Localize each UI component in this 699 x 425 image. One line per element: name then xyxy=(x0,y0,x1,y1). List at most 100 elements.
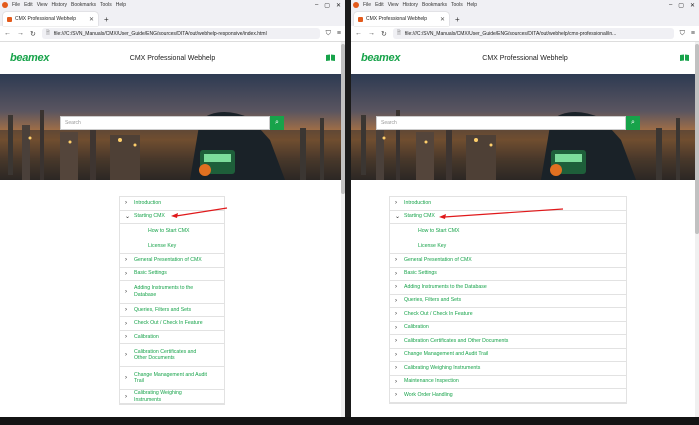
pocket-icon[interactable]: ⛉ xyxy=(326,30,331,38)
menu-view[interactable]: View xyxy=(37,2,48,8)
toc-item-label[interactable]: Basic Settings xyxy=(404,270,437,277)
chevron-right-icon[interactable]: › xyxy=(395,379,404,385)
menu-file[interactable]: File xyxy=(12,2,20,8)
search-button[interactable]: ⌕ xyxy=(626,116,640,130)
menu-file[interactable]: File xyxy=(363,2,371,8)
toc-item[interactable]: › Change Management and Audit Trail xyxy=(390,349,626,362)
toc-item[interactable]: › Calibrating Weighing Instruments xyxy=(120,390,224,404)
maximize-button[interactable]: ▢ xyxy=(678,2,684,9)
minimize-button[interactable]: – xyxy=(669,2,672,9)
toc-item[interactable]: › Adding Instruments to the Database xyxy=(120,281,224,304)
chevron-right-icon[interactable]: › xyxy=(395,392,404,398)
chevron-right-icon[interactable]: › xyxy=(395,284,404,290)
menu-edit[interactable]: Edit xyxy=(375,2,384,8)
chevron-down-icon[interactable]: ⌄ xyxy=(125,213,134,220)
tab-cmx-webhelp[interactable]: CMX Professional Webhelp ✕ xyxy=(3,12,98,26)
chevron-right-icon[interactable]: › xyxy=(125,200,134,206)
toc-item[interactable]: › General Presentation of CMX xyxy=(120,254,224,268)
toc-item[interactable]: › Introduction xyxy=(120,197,224,211)
toc-item-label[interactable]: General Presentation of CMX xyxy=(134,257,202,264)
menu-view[interactable]: View xyxy=(388,2,399,8)
url-bar[interactable]: 🗎 file:///C:/SVN_Manuals/CMX/User_Guide/… xyxy=(392,28,674,39)
chevron-right-icon[interactable]: › xyxy=(125,289,134,295)
toc-item[interactable]: › Queries, Filters and Sets xyxy=(120,304,224,318)
new-tab-button[interactable]: + xyxy=(104,15,109,24)
toc-item[interactable]: › Calibration xyxy=(390,322,626,335)
page-info-icon[interactable]: 🗎 xyxy=(46,30,50,38)
toc-item-label[interactable]: Calibration Certificates and Other Docum… xyxy=(134,349,210,363)
toc-item[interactable]: › Adding Instruments to the Database xyxy=(390,281,626,295)
toc-item-label[interactable]: Starting CMX xyxy=(404,213,435,220)
chevron-right-icon[interactable]: › xyxy=(395,257,404,263)
forward-icon[interactable]: → xyxy=(17,30,24,37)
toc-item[interactable]: › Check Out / Check In Feature xyxy=(120,317,224,331)
pocket-icon[interactable]: ⛉ xyxy=(680,30,685,38)
new-tab-button[interactable]: + xyxy=(455,15,460,24)
chevron-right-icon[interactable]: › xyxy=(125,375,134,381)
menu-history[interactable]: History xyxy=(51,2,67,8)
chevron-right-icon[interactable]: › xyxy=(395,365,404,371)
chevron-right-icon[interactable]: › xyxy=(395,200,404,206)
toc-item-label[interactable]: Adding Instruments to the Database xyxy=(134,285,210,299)
maximize-button[interactable]: ▢ xyxy=(324,2,330,9)
toc-item-label[interactable]: Basic Settings xyxy=(134,270,167,277)
url-text[interactable]: file:///C:/SVN_Manuals/CMX/User_Guide/EN… xyxy=(405,31,670,37)
toc-subitem[interactable]: How to Start CMX xyxy=(120,224,224,239)
chevron-right-icon[interactable]: › xyxy=(395,352,404,358)
toc-item[interactable]: › Basic Settings xyxy=(390,268,626,281)
toc-item[interactable]: › Calibration xyxy=(120,331,224,345)
chevron-right-icon[interactable]: › xyxy=(125,307,134,313)
reload-icon[interactable]: ↻ xyxy=(30,30,36,38)
chevron-right-icon[interactable]: › xyxy=(395,271,404,277)
toc-item[interactable]: › Check Out / Check In Feature xyxy=(390,308,626,322)
toc-item[interactable]: › Introduction xyxy=(390,197,626,211)
search-input[interactable]: Search xyxy=(376,116,626,130)
toc-item[interactable]: › Calibrating Weighing Instruments xyxy=(390,362,626,376)
chevron-right-icon[interactable]: › xyxy=(395,338,404,344)
toc-item[interactable]: ⌄ Starting CMX xyxy=(390,211,626,224)
close-window-button[interactable]: ✕ xyxy=(336,2,341,9)
toc-item[interactable]: › Maintenance Inspection xyxy=(390,376,626,389)
minimize-button[interactable]: – xyxy=(315,2,318,9)
chevron-right-icon[interactable]: › xyxy=(125,271,134,277)
toc-item-label[interactable]: Calibrating Weighing Instruments xyxy=(404,365,480,372)
toc-item-label[interactable]: General Presentation of CMX xyxy=(404,257,472,264)
forward-icon[interactable]: → xyxy=(368,30,375,37)
back-icon[interactable]: ← xyxy=(4,30,11,37)
toc-item-label[interactable]: Calibration xyxy=(404,324,429,331)
tab-close-icon[interactable]: ✕ xyxy=(440,16,445,23)
menu-tools[interactable]: Tools xyxy=(451,2,463,8)
menu-tools[interactable]: Tools xyxy=(100,2,112,8)
menu-help[interactable]: Help xyxy=(116,2,126,8)
menu-edit[interactable]: Edit xyxy=(24,2,33,8)
app-menu-icon[interactable]: ≡ xyxy=(337,30,341,37)
toc-item[interactable]: ⌄ Starting CMX xyxy=(120,211,224,224)
book-icon[interactable] xyxy=(680,54,689,63)
toc-item[interactable]: › Calibration Certificates and Other Docu… xyxy=(120,344,224,368)
menu-history[interactable]: History xyxy=(402,2,418,8)
menu-help[interactable]: Help xyxy=(467,2,477,8)
toc-item-label[interactable]: Check Out / Check In Feature xyxy=(134,320,203,327)
url-bar[interactable]: 🗎 file:///C:/SVN_Manuals/CMX/User_Guide/… xyxy=(41,28,320,39)
toc-item[interactable]: › Queries, Filters and Sets xyxy=(390,295,626,308)
chevron-right-icon[interactable]: › xyxy=(125,394,134,400)
toc-item[interactable]: › Change Management and Audit Trail xyxy=(120,367,224,391)
toc-item-label[interactable]: Queries, Filters and Sets xyxy=(404,297,461,304)
search-button[interactable]: ⌕ xyxy=(270,116,284,130)
url-text[interactable]: file:///C:/SVN_Manuals/CMX/User_Guide/EN… xyxy=(54,31,316,37)
toc-item-label[interactable]: Change Management and Audit Trail xyxy=(404,351,488,358)
chevron-right-icon[interactable]: › xyxy=(395,311,404,317)
toc-item[interactable]: › Work Order Handling xyxy=(390,389,626,403)
toc-item-label[interactable]: Change Management and Audit Trail xyxy=(134,372,210,386)
toc-item-label[interactable]: Calibrating Weighing Instruments xyxy=(134,390,210,404)
toc-item-label[interactable]: Introduction xyxy=(404,200,431,207)
toc-item-label[interactable]: Queries, Filters and Sets xyxy=(134,307,191,314)
toc-item-label[interactable]: Starting CMX xyxy=(134,213,165,220)
chevron-right-icon[interactable]: › xyxy=(125,257,134,263)
chevron-right-icon[interactable]: › xyxy=(125,352,134,358)
toc-item-label[interactable]: Introduction xyxy=(134,200,161,207)
toc-subitem[interactable]: License Key xyxy=(120,239,224,254)
toc-item-label[interactable]: Calibration xyxy=(134,334,159,341)
chevron-right-icon[interactable]: › xyxy=(125,321,134,327)
close-window-button[interactable]: ✕ xyxy=(690,2,695,9)
